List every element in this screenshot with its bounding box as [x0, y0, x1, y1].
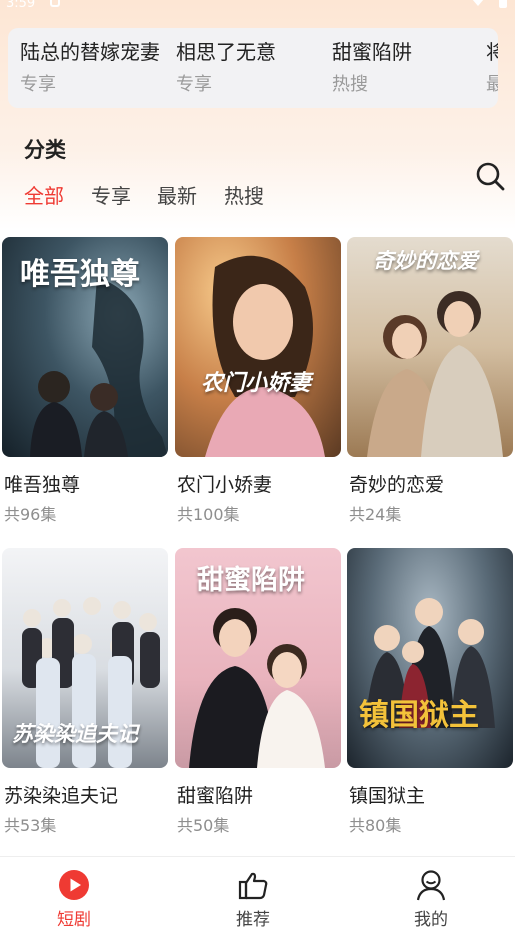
status-bar: 3:59: [0, 0, 515, 16]
drama-name: 苏染染追夫记: [4, 785, 119, 807]
thumbs-up-icon: [238, 872, 268, 900]
poster-title: 苏染染追夫记: [12, 722, 138, 746]
nav-label: 短剧: [57, 910, 91, 928]
poster-art: [205, 255, 325, 457]
nav-profile[interactable]: 我的: [371, 857, 491, 928]
play-circle-icon: [59, 870, 89, 900]
nav-label: 推荐: [236, 910, 270, 928]
poster-title: 唯吾独尊: [20, 257, 140, 292]
notification-icon: [50, 0, 60, 7]
nav-recommend[interactable]: 推荐: [193, 857, 313, 928]
poster-art: [365, 598, 495, 728]
drama-poster[interactable]: 农门小娇妻: [175, 237, 341, 457]
hot-item-tag: 最: [486, 74, 498, 95]
status-time: 3:59: [6, 0, 36, 11]
drama-poster[interactable]: 苏染染追夫记: [2, 548, 168, 768]
nav-label: 我的: [414, 910, 448, 928]
drama-name: 唯吾独尊: [4, 474, 81, 496]
hot-item-tag: 专享: [20, 74, 56, 95]
bottom-nav: 短剧 推荐 我的: [0, 856, 515, 928]
drama-episodes: 共53集: [4, 816, 57, 835]
drama-name: 甜蜜陷阱: [177, 785, 254, 807]
nav-short-drama[interactable]: 短剧: [14, 857, 134, 928]
battery-icon: [499, 0, 507, 8]
poster-title: 镇国狱主: [359, 698, 479, 733]
hot-item-tag: 热搜: [332, 74, 368, 95]
tab-trending[interactable]: 热搜: [224, 180, 264, 209]
poster-title: 甜蜜陷阱: [197, 565, 305, 596]
drama-episodes: 共80集: [349, 816, 402, 835]
hot-item-title: 陆总的替嫁宠妻: [20, 40, 160, 64]
drama-poster[interactable]: 镇国狱主: [347, 548, 513, 768]
drama-poster[interactable]: 奇妙的恋爱: [347, 237, 513, 457]
hot-item-tag: 专享: [176, 74, 212, 95]
drama-poster[interactable]: 唯吾独尊: [2, 237, 168, 457]
drama-episodes: 共100集: [177, 505, 240, 524]
user-icon: [416, 870, 446, 901]
drama-name: 奇妙的恋爱: [349, 474, 445, 496]
category-title: 分类: [24, 138, 66, 162]
tab-exclusive[interactable]: 专享: [91, 180, 131, 209]
drama-name: 镇国狱主: [349, 785, 426, 807]
app-screen: 3:59 陆总的替嫁宠妻 专享 相思了无意 专享 甜蜜陷阱 热搜 将 最 分类 …: [0, 0, 515, 928]
drama-episodes: 共50集: [177, 816, 230, 835]
search-icon[interactable]: [474, 160, 506, 192]
drama-poster[interactable]: 甜蜜陷阱: [175, 548, 341, 768]
tab-all[interactable]: 全部: [24, 180, 64, 209]
hot-drama-strip[interactable]: 陆总的替嫁宠妻 专享 相思了无意 专享 甜蜜陷阱 热搜 将 最: [8, 28, 498, 108]
hot-item-title: 将: [486, 40, 498, 64]
poster-title: 奇妙的恋爱: [373, 249, 478, 273]
hot-item-title: 相思了无意: [176, 40, 276, 64]
tab-latest[interactable]: 最新: [157, 180, 197, 209]
drama-name: 农门小娇妻: [177, 474, 273, 496]
hot-item-title: 甜蜜陷阱: [332, 40, 412, 64]
poster-title: 农门小娇妻: [201, 371, 312, 396]
wifi-icon: [472, 0, 484, 6]
drama-episodes: 共96集: [4, 505, 57, 524]
drama-episodes: 共24集: [349, 505, 402, 524]
